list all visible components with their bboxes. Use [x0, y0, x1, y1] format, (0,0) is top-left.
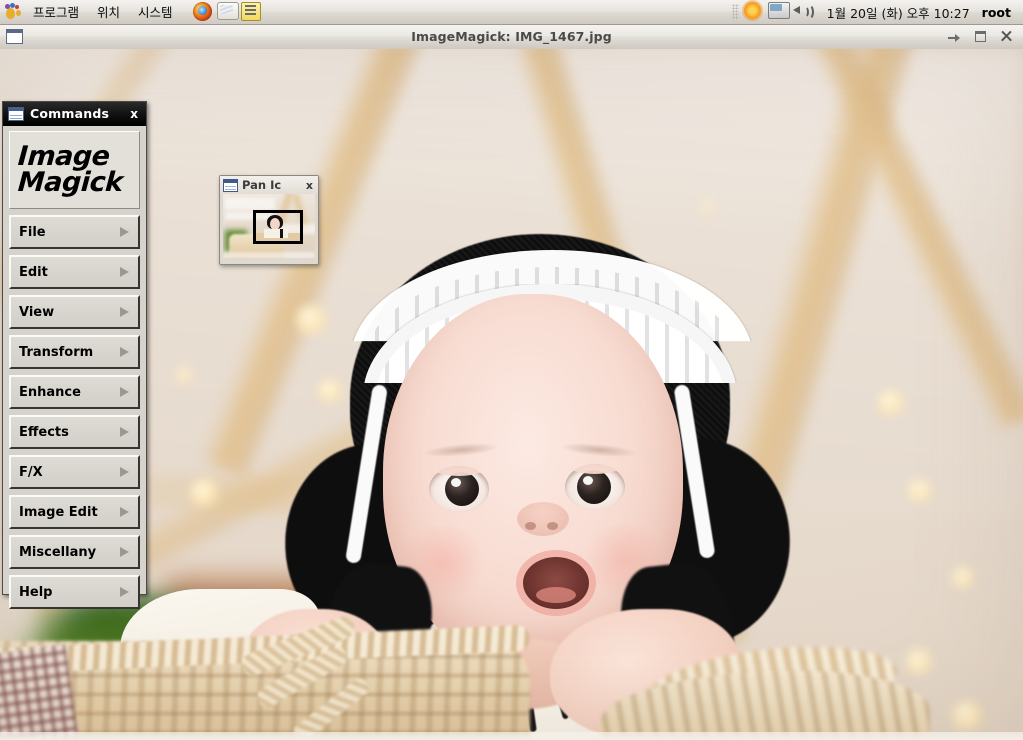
- window-controls: [948, 30, 1023, 43]
- window-icon: [8, 106, 24, 121]
- imagemagick-window: ImageMagick: IMG_1467.jpg Commands x Ima…: [0, 24, 1023, 740]
- gnome-top-panel: 프로그램 위치 시스템 1월 20일 (화) 오후 10:27 root: [0, 0, 1023, 25]
- commands-panel[interactable]: Commands x Image Magick File Edit View T…: [2, 101, 147, 609]
- commands-panel-title: Commands: [30, 106, 110, 121]
- menu-button-label: File: [19, 224, 46, 240]
- menu-button-edit[interactable]: Edit: [9, 255, 140, 289]
- menu-button-label: Help: [19, 584, 53, 600]
- places-menu[interactable]: 위치: [88, 1, 129, 24]
- pan-close-icon[interactable]: x: [304, 179, 315, 192]
- menu-button-file[interactable]: File: [9, 215, 140, 249]
- pan-thumbnail[interactable]: [223, 194, 315, 258]
- screen: 프로그램 위치 시스템 1월 20일 (화) 오후 10:27 root Ima…: [0, 0, 1023, 740]
- chevron-right-icon: [120, 267, 129, 277]
- text-editor-icon[interactable]: [240, 2, 263, 22]
- menu-button-miscellany[interactable]: Miscellany: [9, 535, 140, 569]
- window-title: ImageMagick: IMG_1467.jpg: [411, 29, 612, 44]
- pan-icon-title: Pan Ic: [242, 178, 282, 192]
- chevron-right-icon: [120, 467, 129, 477]
- left-eye: [429, 466, 489, 512]
- photo-baby-in-knit-hat: [0, 49, 1023, 740]
- menu-button-label: F/X: [19, 464, 43, 480]
- menu-button-label: Edit: [19, 264, 48, 280]
- gnome-foot-icon[interactable]: [4, 3, 24, 21]
- update-notifier-icon[interactable]: [743, 2, 766, 22]
- applications-menu[interactable]: 프로그램: [24, 1, 88, 24]
- chevron-right-icon: [120, 507, 129, 517]
- clock[interactable]: 1월 20일 (화) 오후 10:27: [815, 3, 982, 22]
- commands-panel-titlebar[interactable]: Commands x: [3, 102, 146, 126]
- window-icon: [223, 178, 238, 192]
- chevron-right-icon: [120, 587, 129, 597]
- mouth: [523, 557, 589, 609]
- panel-grip[interactable]: [731, 4, 739, 20]
- menu-button-effects[interactable]: Effects: [9, 415, 140, 449]
- nose: [517, 502, 569, 536]
- menu-button-label: Effects: [19, 424, 69, 440]
- firefox-icon[interactable]: [192, 2, 215, 22]
- chevron-right-icon: [120, 347, 129, 357]
- menu-button-label: Enhance: [19, 384, 81, 400]
- username-label[interactable]: root: [982, 5, 1023, 20]
- image-canvas[interactable]: Commands x Image Magick File Edit View T…: [0, 49, 1023, 740]
- menu-button-label: View: [19, 304, 55, 320]
- chevron-right-icon: [120, 427, 129, 437]
- menu-button-image-edit[interactable]: Image Edit: [9, 495, 140, 529]
- pan-icon-window[interactable]: Pan Ic x: [219, 175, 319, 265]
- pan-icon-titlebar[interactable]: Pan Ic x: [220, 176, 318, 194]
- close-button[interactable]: [1000, 30, 1013, 43]
- menu-button-view[interactable]: View: [9, 295, 140, 329]
- chevron-right-icon: [120, 307, 129, 317]
- menu-button-help[interactable]: Help: [9, 575, 140, 609]
- logo-line-2: Magick: [16, 167, 124, 198]
- network-icon[interactable]: [767, 2, 790, 22]
- commands-panel-body: Image Magick File Edit View Transform En…: [3, 126, 146, 621]
- menu-button-label: Image Edit: [19, 504, 98, 520]
- menu-button-label: Miscellany: [19, 544, 97, 560]
- chevron-right-icon: [120, 547, 129, 557]
- email-icon[interactable]: [216, 2, 239, 22]
- minimize-button[interactable]: [948, 30, 961, 43]
- menu-button-transform[interactable]: Transform: [9, 335, 140, 369]
- chevron-right-icon: [120, 227, 129, 237]
- right-eye: [565, 464, 625, 510]
- system-menu[interactable]: 시스템: [129, 1, 182, 24]
- imagemagick-logo: Image Magick: [9, 131, 140, 209]
- menu-button-label: Transform: [19, 344, 94, 360]
- menu-button-fx[interactable]: F/X: [9, 455, 140, 489]
- window-titlebar[interactable]: ImageMagick: IMG_1467.jpg: [0, 24, 1023, 50]
- volume-icon[interactable]: [792, 2, 814, 22]
- menu-button-enhance[interactable]: Enhance: [9, 375, 140, 409]
- panel-status-area: 1월 20일 (화) 오후 10:27 root: [731, 0, 1023, 24]
- chevron-right-icon: [120, 387, 129, 397]
- pan-viewport-rect[interactable]: [253, 210, 303, 244]
- maximize-button[interactable]: [974, 30, 987, 43]
- commands-close-icon[interactable]: x: [127, 107, 141, 121]
